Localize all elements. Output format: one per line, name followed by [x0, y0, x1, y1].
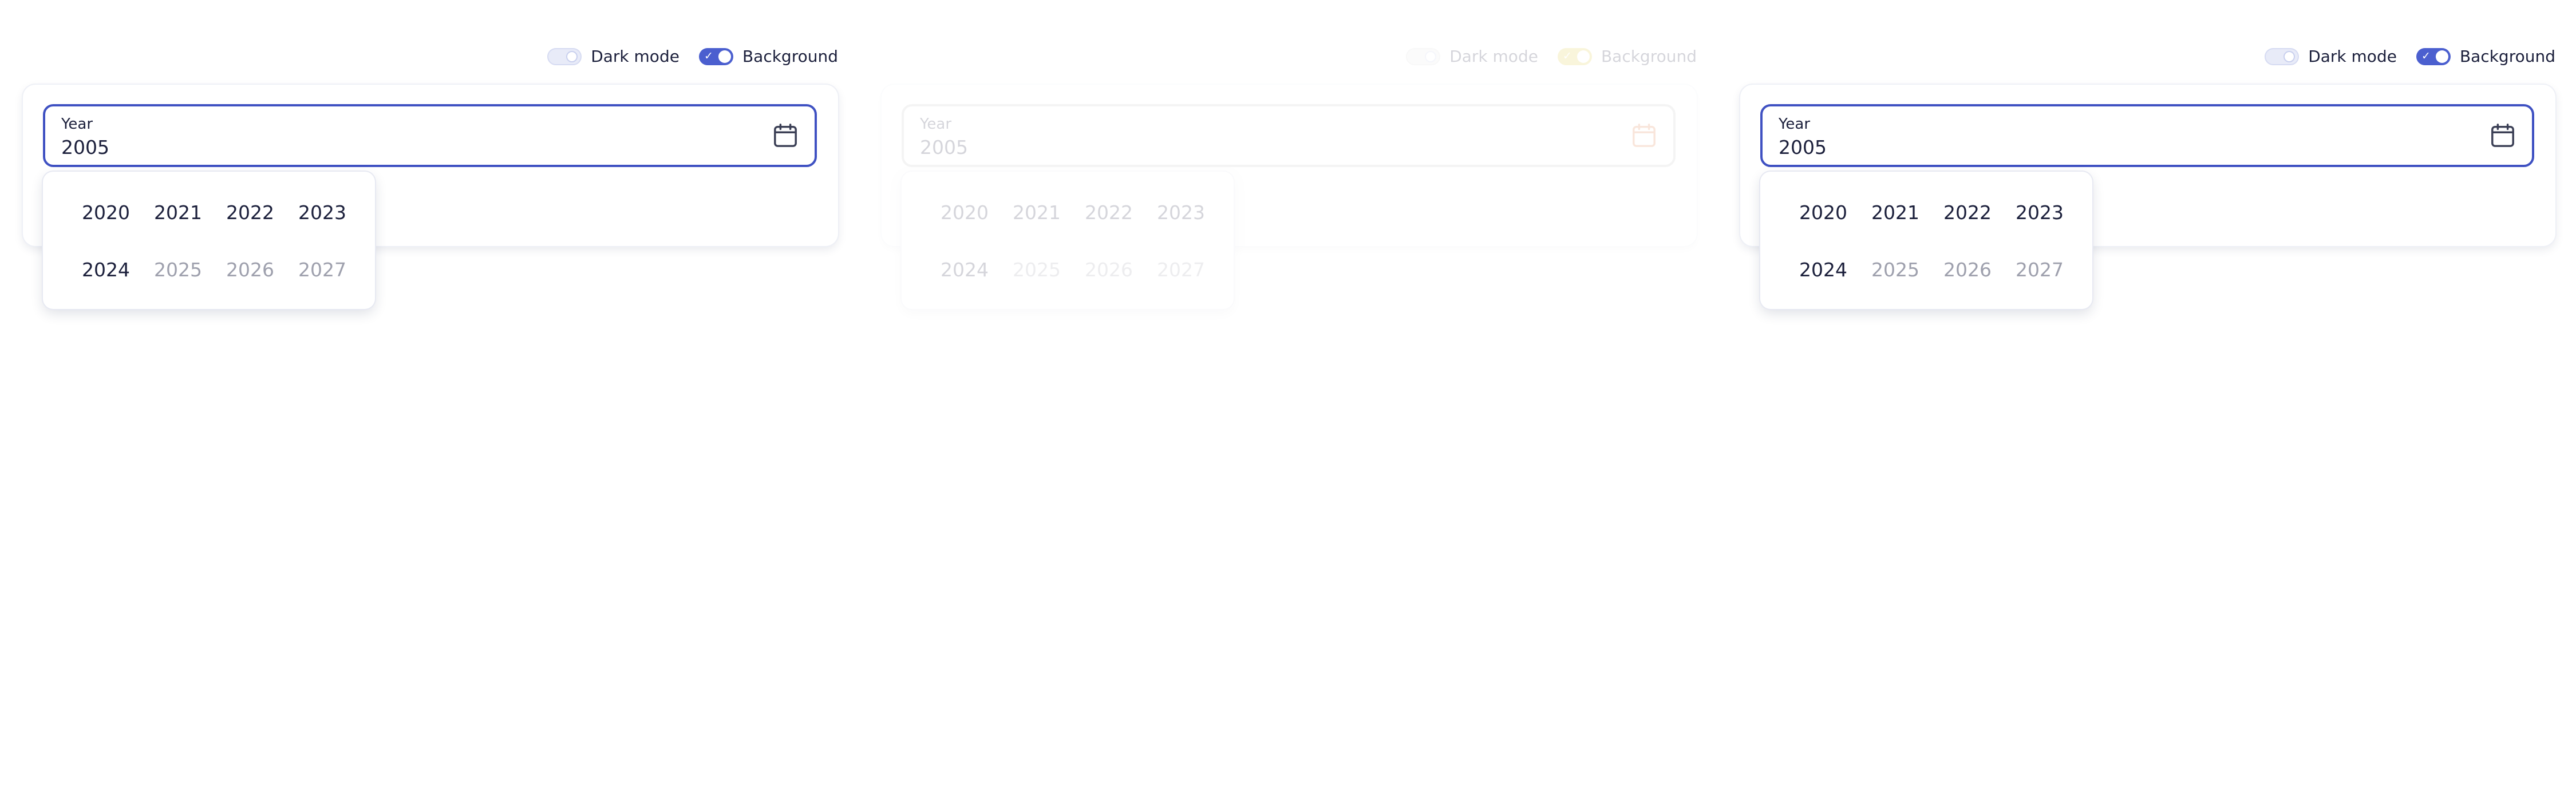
calendar-icon[interactable] [2490, 122, 2516, 149]
year-option[interactable]: 2020 [929, 196, 1001, 230]
year-option[interactable]: 2024 [929, 253, 1001, 287]
year-option-disabled: 2027 [1157, 259, 1205, 281]
check-icon: ✓ [1562, 49, 1572, 62]
dark-mode-label: Dark mode [2308, 47, 2397, 66]
demo-panel-1: Dark mode ✓ Background Year 2005 2020 20… [0, 0, 859, 801]
switch-knob [2283, 50, 2296, 62]
year-field[interactable]: Year 2005 [1760, 104, 2534, 167]
dark-mode-switch[interactable] [2265, 47, 2300, 65]
year-option-disabled: 2025 [1871, 259, 1919, 281]
year-option-disabled: 2027 [298, 259, 346, 281]
year-option[interactable]: 2023 [286, 196, 358, 230]
background-label: Background [2459, 47, 2555, 66]
year-option[interactable]: 2020 [70, 196, 142, 230]
background-switch[interactable]: ✓ [698, 47, 733, 65]
year-option-disabled: 2025 [1013, 259, 1061, 281]
dark-mode-label: Dark mode [591, 47, 679, 66]
switch-knob [2435, 50, 2448, 63]
year-field[interactable]: Year 2005 [902, 104, 1676, 167]
year-picker-popup: 2020 2021 2022 2023 2024 2025 2026 2027 [902, 172, 1234, 309]
demo-panel-2: Dark mode ✓ Background Year 2005 2020 20… [859, 0, 1717, 801]
year-field-value[interactable]: 2005 [1779, 136, 1827, 158]
year-option-disabled: 2026 [1943, 259, 1992, 281]
switch-knob [1425, 50, 1437, 62]
year-option[interactable]: 2020 [1787, 196, 1859, 230]
year-option[interactable]: 2022 [1931, 196, 2004, 230]
background-label: Background [742, 47, 838, 66]
toggle-bar: Dark mode ✓ Background [528, 47, 838, 66]
year-field-value[interactable]: 2005 [920, 136, 968, 158]
year-picker-popup: 2020 2021 2022 2023 2024 2025 2026 2027 [43, 172, 375, 309]
year-option-disabled: 2027 [2016, 259, 2064, 281]
year-option-disabled: 2025 [154, 259, 202, 281]
dark-mode-switch[interactable] [547, 47, 582, 65]
year-option[interactable]: 2023 [2004, 196, 2076, 230]
background-toggle[interactable]: ✓ Background [2416, 47, 2555, 66]
toggle-bar: Dark mode ✓ Background [2245, 47, 2555, 66]
dark-mode-toggle[interactable]: Dark mode [1406, 47, 1538, 66]
year-option[interactable]: 2021 [1859, 196, 1931, 230]
year-option[interactable]: 2022 [214, 196, 286, 230]
dark-mode-label: Dark mode [1449, 47, 1538, 66]
year-field-label: Year [61, 116, 93, 133]
year-option[interactable]: 2023 [1145, 196, 1217, 230]
year-field-value[interactable]: 2005 [61, 136, 109, 158]
dark-mode-toggle[interactable]: Dark mode [547, 47, 679, 66]
switch-knob [718, 50, 731, 63]
background-switch[interactable]: ✓ [2416, 47, 2451, 65]
year-field-label: Year [1779, 116, 1811, 133]
year-option-disabled: 2026 [226, 259, 274, 281]
background-switch[interactable]: ✓ [1557, 47, 1592, 65]
year-picker-popup: 2020 2021 2022 2023 2024 2025 2026 2027 [1760, 172, 2092, 309]
year-option[interactable]: 2024 [1787, 253, 1859, 287]
year-option[interactable]: 2021 [142, 196, 214, 230]
background-toggle[interactable]: ✓ Background [1557, 47, 1697, 66]
year-option-disabled: 2026 [1085, 259, 1133, 281]
background-toggle[interactable]: ✓ Background [698, 47, 838, 66]
check-icon: ✓ [704, 49, 713, 62]
year-field[interactable]: Year 2005 [43, 104, 817, 167]
switch-knob [566, 50, 578, 62]
year-option[interactable]: 2024 [70, 253, 142, 287]
dark-mode-switch[interactable] [1406, 47, 1441, 65]
background-label: Background [1601, 47, 1697, 66]
calendar-icon[interactable] [772, 122, 799, 149]
toggle-bar: Dark mode ✓ Background [1386, 47, 1697, 66]
year-option[interactable]: 2021 [1001, 196, 1073, 230]
demo-panel-3: Dark mode ✓ Background Year 2005 2020 20… [1717, 0, 2576, 801]
check-icon: ✓ [2421, 49, 2431, 62]
calendar-icon[interactable] [1631, 122, 1657, 149]
switch-knob [1577, 50, 1590, 63]
dark-mode-toggle[interactable]: Dark mode [2265, 47, 2397, 66]
year-option[interactable]: 2022 [1073, 196, 1145, 230]
year-field-label: Year [920, 116, 952, 133]
